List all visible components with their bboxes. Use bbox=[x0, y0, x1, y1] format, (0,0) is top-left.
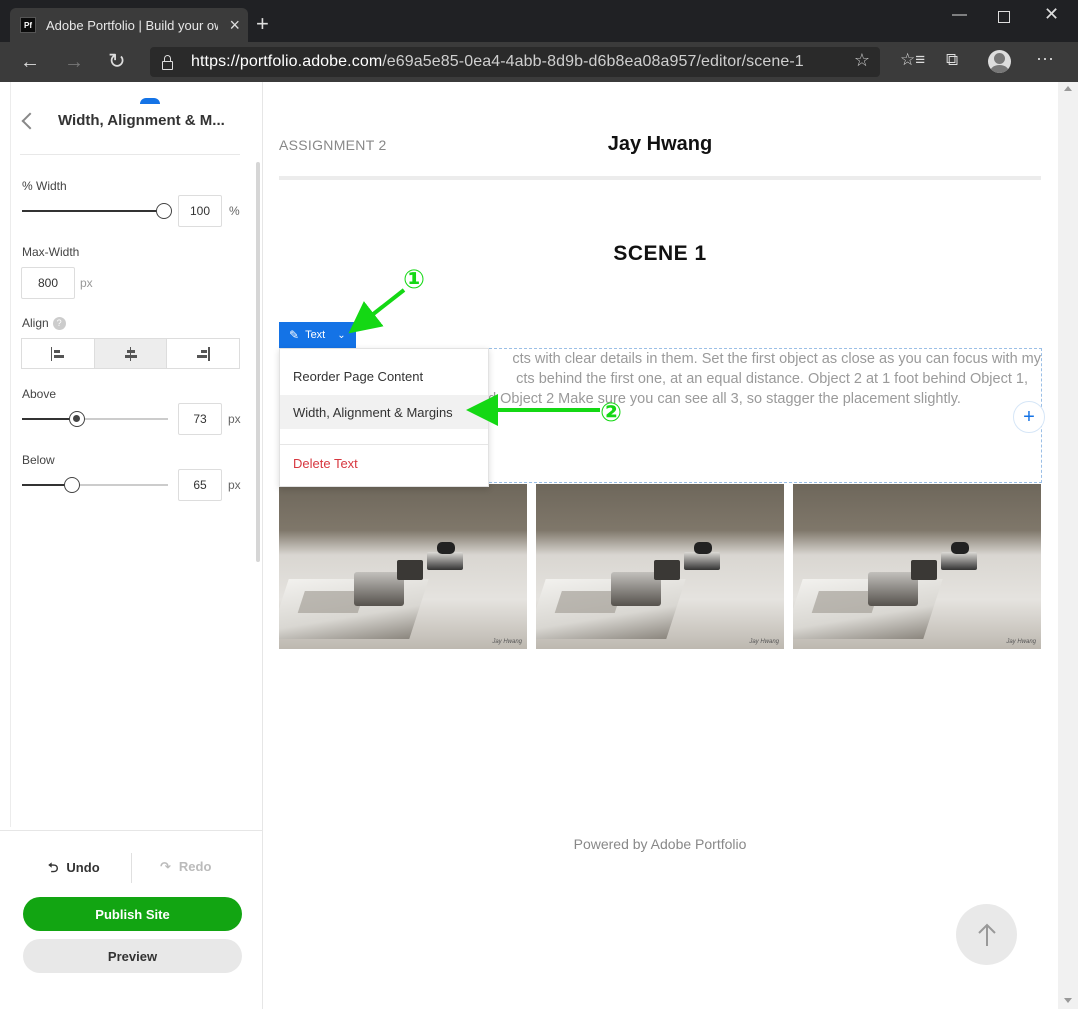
panel-scrollbar[interactable] bbox=[256, 162, 260, 562]
add-content-plus-icon[interactable]: + bbox=[1013, 401, 1045, 433]
align-center-icon bbox=[124, 346, 138, 361]
new-tab-icon[interactable]: + bbox=[256, 10, 269, 38]
back-arrow-icon[interactable]: ← bbox=[20, 48, 40, 76]
above-slider[interactable] bbox=[22, 409, 168, 429]
below-slider[interactable] bbox=[22, 475, 168, 495]
above-unit: px bbox=[228, 412, 241, 426]
forward-arrow-icon[interactable]: → bbox=[64, 48, 84, 76]
width-input[interactable]: 100 bbox=[178, 195, 222, 227]
annotation-step-1: ① bbox=[403, 264, 426, 294]
align-label: Align? bbox=[22, 316, 66, 331]
pencil-icon: ✎ bbox=[289, 328, 300, 342]
footer-powered-by[interactable]: Powered by Adobe Portfolio bbox=[560, 836, 760, 852]
more-menu-icon[interactable]: ··· bbox=[1036, 48, 1054, 69]
browser-chrome: Pf Adobe Portfolio | Build your own × + … bbox=[0, 0, 1078, 82]
maxwidth-input[interactable]: 800 bbox=[21, 267, 75, 299]
text-module-dropdown-button[interactable]: ✎ Text ⌄ bbox=[279, 322, 356, 348]
back-chevron-icon[interactable] bbox=[21, 112, 39, 129]
photo-1[interactable]: Jay Hwang bbox=[279, 484, 527, 649]
site-title[interactable]: Jay Hwang bbox=[560, 133, 760, 156]
collections-icon[interactable]: ⧉ bbox=[946, 50, 958, 70]
portfolio-favicon-icon: Pf bbox=[20, 17, 36, 33]
tab-title: Adobe Portfolio | Build your own bbox=[46, 17, 218, 33]
text-module-menu: Reorder Page Content Width, Alignment & … bbox=[279, 348, 489, 487]
width-label: % Width bbox=[22, 179, 67, 193]
panel-header: Width, Alignment & M... bbox=[20, 112, 225, 129]
divider bbox=[131, 853, 132, 883]
navigation-bar: ← → ↻ https://portfolio.adobe.com/e69a5e… bbox=[0, 42, 1078, 82]
menu-item-width-alignment-margins[interactable]: Width, Alignment & Margins bbox=[280, 395, 488, 429]
align-center-button[interactable] bbox=[94, 339, 168, 368]
align-right-button[interactable] bbox=[167, 339, 239, 368]
photo-2[interactable]: Jay Hwang bbox=[536, 484, 784, 649]
menu-item-delete-text[interactable]: Delete Text bbox=[280, 446, 488, 480]
maximize-icon[interactable] bbox=[998, 11, 1010, 23]
width-unit: % bbox=[229, 204, 240, 218]
divider bbox=[280, 444, 488, 445]
below-unit: px bbox=[228, 478, 241, 492]
help-icon[interactable]: ? bbox=[52, 317, 66, 331]
tab-close-icon[interactable]: × bbox=[229, 16, 240, 34]
browser-tab[interactable]: Pf Adobe Portfolio | Build your own × bbox=[10, 8, 248, 42]
image-grid: Jay Hwang Jay Hwang Jay Hwang bbox=[279, 484, 1041, 649]
menu-item-reorder[interactable]: Reorder Page Content bbox=[280, 359, 488, 393]
url-text: https://portfolio.adobe.com/e69a5e85-0ea… bbox=[191, 53, 804, 70]
photo-3[interactable]: Jay Hwang bbox=[793, 484, 1041, 649]
align-left-button[interactable] bbox=[22, 339, 95, 368]
lock-icon bbox=[162, 54, 173, 70]
undo-button[interactable]: ⮌ Undo bbox=[48, 859, 100, 881]
annotation-step-2: ② bbox=[600, 397, 623, 427]
above-label: Above bbox=[22, 387, 57, 401]
back-to-top-button[interactable] bbox=[956, 904, 1017, 965]
page-title[interactable]: SCENE 1 bbox=[560, 242, 760, 266]
align-left-icon bbox=[50, 346, 65, 361]
address-bar[interactable]: https://portfolio.adobe.com/e69a5e85-0ea… bbox=[150, 47, 880, 77]
header-divider bbox=[279, 176, 1041, 180]
below-input[interactable]: 65 bbox=[178, 469, 222, 501]
nav-assignment-link[interactable]: ASSIGNMENT 2 bbox=[279, 137, 387, 153]
profile-avatar-icon[interactable] bbox=[988, 50, 1011, 73]
window-close-icon[interactable]: ✕ bbox=[1044, 4, 1059, 25]
refresh-icon[interactable]: ↻ bbox=[108, 48, 126, 76]
page-scrollbar[interactable] bbox=[1058, 82, 1078, 1009]
preview-button[interactable]: Preview bbox=[23, 939, 242, 973]
width-slider[interactable] bbox=[22, 201, 172, 221]
align-right-icon bbox=[196, 346, 210, 361]
maxwidth-label: Max-Width bbox=[22, 245, 80, 259]
redo-button[interactable]: ↷ Redo bbox=[160, 859, 211, 875]
align-group bbox=[21, 338, 240, 369]
below-label: Below bbox=[22, 453, 55, 467]
maxwidth-unit: px bbox=[80, 276, 93, 290]
divider bbox=[20, 154, 240, 155]
arrow-up-icon bbox=[977, 923, 996, 946]
undo-icon: ⮌ bbox=[48, 860, 59, 875]
panel-indicator bbox=[140, 98, 160, 104]
publish-site-button[interactable]: Publish Site bbox=[23, 897, 242, 931]
favorite-star-icon[interactable]: ☆ bbox=[854, 50, 870, 71]
redo-icon: ↷ bbox=[160, 859, 171, 874]
settings-panel: Width, Alignment & M... % Width 100 % Ma… bbox=[0, 82, 263, 1009]
chevron-down-icon: ⌄ bbox=[337, 329, 346, 341]
above-input[interactable]: 73 bbox=[178, 403, 222, 435]
favorites-list-icon[interactable]: ☆≡ bbox=[900, 50, 925, 70]
panel-actions: ⮌ Undo ↷ Redo Publish Site Preview bbox=[0, 830, 262, 1009]
minimize-icon[interactable]: — bbox=[952, 6, 967, 23]
panel-title: Width, Alignment & M... bbox=[58, 112, 225, 129]
